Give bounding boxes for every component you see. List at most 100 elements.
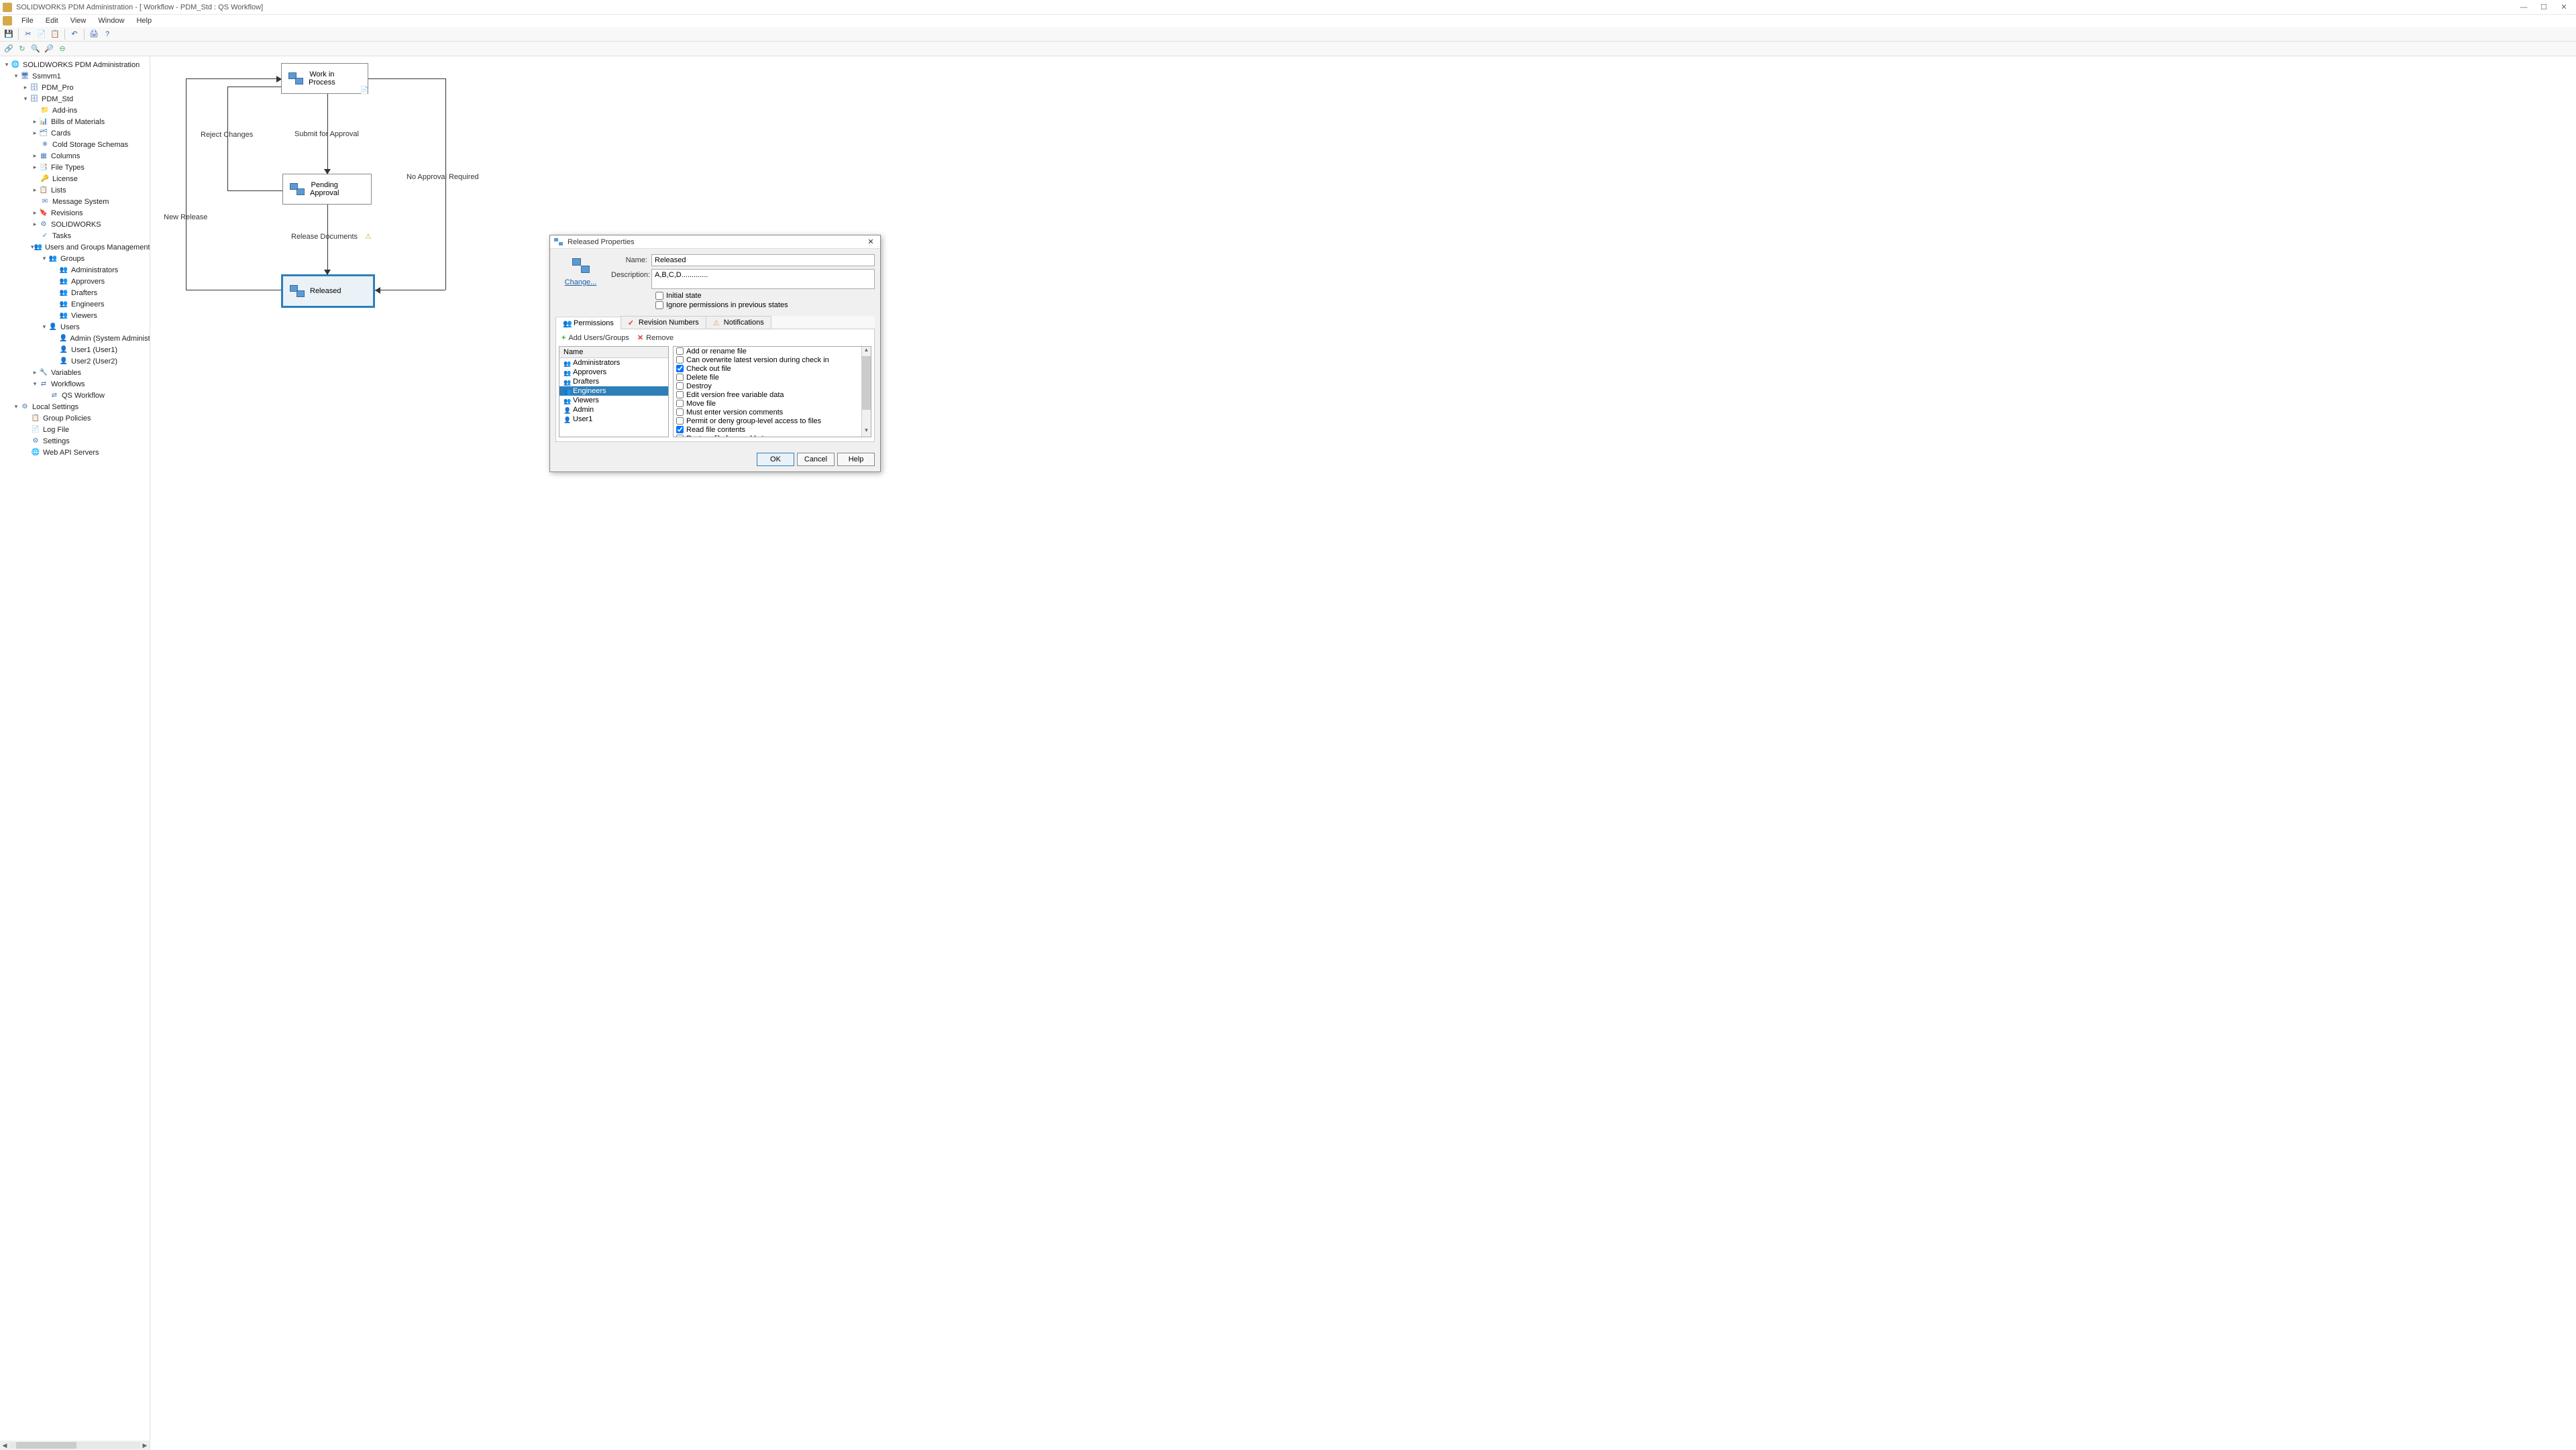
name-input[interactable] <box>651 254 875 266</box>
menu-view[interactable]: View <box>65 15 92 26</box>
workflow-canvas[interactable]: Work in Process 📄 Pending Approval Relea… <box>150 56 2576 1450</box>
tree-grp-drafters[interactable]: 👥Drafters <box>0 287 150 298</box>
tb-undo-icon[interactable]: ↶ <box>68 28 80 40</box>
permission-checkbox[interactable] <box>676 356 684 364</box>
desc-input[interactable] <box>651 269 875 289</box>
scroll-up-icon[interactable]: ▲ <box>862 347 871 356</box>
menu-help[interactable]: Help <box>131 15 157 26</box>
tree-workflows[interactable]: ▾⇄Workflows <box>0 378 150 390</box>
hscroll-thumb[interactable] <box>16 1442 76 1449</box>
tb-help-icon[interactable]: ? <box>101 28 113 40</box>
cancel-button[interactable]: Cancel <box>797 453 835 466</box>
tree-vault-pro[interactable]: ▸🗄PDM_Pro <box>0 82 150 93</box>
tree-license[interactable]: 🔑License <box>0 173 150 184</box>
add-users-button[interactable]: Add Users/Groups <box>561 333 629 342</box>
dialog-titlebar[interactable]: Released Properties ✕ <box>550 235 880 249</box>
permission-item[interactable]: Add or rename file <box>674 347 861 355</box>
permissions-list[interactable]: Add or rename fileCan overwrite latest v… <box>673 346 871 437</box>
tab-revision-numbers[interactable]: Revision Numbers <box>621 316 706 329</box>
scroll-thumb[interactable] <box>862 356 871 410</box>
dialog-close-button[interactable]: ✕ <box>865 237 876 246</box>
permission-item[interactable]: Must enter version comments <box>674 408 861 416</box>
tree-cards[interactable]: ▸🗂Cards <box>0 127 150 139</box>
permission-checkbox[interactable] <box>676 417 684 425</box>
tb-zoomout-icon[interactable]: ⊖ <box>56 43 68 55</box>
tb-copy-icon[interactable]: 📄 <box>36 28 48 40</box>
permission-checkbox[interactable] <box>676 435 684 437</box>
permission-item[interactable]: Check out file <box>674 364 861 373</box>
tree-bom[interactable]: ▸📊Bills of Materials <box>0 116 150 127</box>
permission-checkbox[interactable] <box>676 400 684 407</box>
tb-link-icon[interactable]: 🔗 <box>3 43 15 55</box>
minimize-button[interactable]: — <box>2520 3 2528 11</box>
permission-item[interactable]: Edit version free variable data <box>674 390 861 399</box>
help-button[interactable]: Help <box>837 453 875 466</box>
tree-logfile[interactable]: 📄Log File <box>0 424 150 435</box>
tb-save-icon[interactable]: 💾 <box>3 28 15 40</box>
permission-checkbox[interactable] <box>676 374 684 381</box>
tb-zoomfit-icon[interactable]: 🔎 <box>43 43 55 55</box>
tab-notifications[interactable]: Notifications <box>706 316 771 329</box>
ok-button[interactable]: OK <box>757 453 794 466</box>
tree-user-1[interactable]: 👤User1 (User1) <box>0 344 150 355</box>
tb-cut-icon[interactable]: ✂ <box>22 28 34 40</box>
tree-msgsys[interactable]: ✉Message System <box>0 196 150 207</box>
menu-edit[interactable]: Edit <box>40 15 64 26</box>
tree-user-2[interactable]: 👤User2 (User2) <box>0 355 150 367</box>
tree-lists[interactable]: ▸📋Lists <box>0 184 150 196</box>
tree-user-admin[interactable]: 👤Admin (System Administrator) <box>0 333 150 344</box>
permission-item[interactable]: Delete file <box>674 373 861 382</box>
permission-checkbox[interactable] <box>676 347 684 355</box>
tree-addins[interactable]: 📁Add-ins <box>0 105 150 116</box>
tree-solidworks[interactable]: ▸⚙SOLIDWORKS <box>0 219 150 230</box>
tab-permissions[interactable]: 👥Permissions <box>555 317 621 329</box>
permission-item[interactable]: Read file contents <box>674 425 861 434</box>
maximize-button[interactable]: ☐ <box>2540 3 2548 11</box>
hscroll-right-icon[interactable]: ▶ <box>140 1442 150 1449</box>
change-icon-link[interactable]: Change... <box>555 278 606 286</box>
wf-node-wip[interactable]: Work in Process <box>281 63 368 94</box>
permission-checkbox[interactable] <box>676 365 684 372</box>
name-list-item[interactable]: Viewers <box>559 396 668 405</box>
tree-webapi[interactable]: 🌐Web API Servers <box>0 447 150 458</box>
tree-qsworkflow[interactable]: ⇄QS Workflow <box>0 390 150 401</box>
scroll-down-icon[interactable]: ▼ <box>862 427 871 437</box>
perm-scrollbar[interactable]: ▲ ▼ <box>861 347 871 437</box>
tree-vault-std[interactable]: ▾🗄PDM_Std <box>0 93 150 105</box>
tb-zoom-icon[interactable]: 🔍 <box>30 43 42 55</box>
tree-groups[interactable]: ▾👥Groups <box>0 253 150 264</box>
name-list-item[interactable]: Drafters <box>559 377 668 386</box>
tree-local[interactable]: ▾⚙Local Settings <box>0 401 150 412</box>
tb-refresh-icon[interactable]: ↻ <box>16 43 28 55</box>
tree-server[interactable]: ▾🖥Ssmvm1 <box>0 70 150 82</box>
permission-checkbox[interactable] <box>676 391 684 398</box>
close-button[interactable]: ✕ <box>2560 3 2568 11</box>
tree-grouppolicies[interactable]: 📋Group Policies <box>0 412 150 424</box>
permission-item[interactable]: Destroy <box>674 382 861 390</box>
ignore-perms-checkbox[interactable] <box>655 301 663 309</box>
tree-usersgroups[interactable]: ▾👥Users and Groups Management⚠ <box>0 241 150 253</box>
tb-paste-icon[interactable]: 📋 <box>49 28 61 40</box>
tree-root[interactable]: ▾🌐SOLIDWORKS PDM Administration <box>0 59 150 70</box>
permission-item[interactable]: Restore file from cold storage <box>674 434 861 437</box>
permission-item[interactable]: Permit or deny group-level access to fil… <box>674 416 861 425</box>
initial-state-checkbox[interactable] <box>655 292 663 300</box>
tree-filetypes[interactable]: ▸📑File Types <box>0 162 150 173</box>
name-list-item[interactable]: Administrators <box>559 358 668 368</box>
permission-checkbox[interactable] <box>676 382 684 390</box>
tree-coldstorage[interactable]: ❄Cold Storage Schemas <box>0 139 150 150</box>
wf-node-pending[interactable]: Pending Approval <box>282 174 372 205</box>
name-list-item[interactable]: User1 <box>559 414 668 424</box>
permission-item[interactable]: Can overwrite latest version during chec… <box>674 355 861 364</box>
menu-window[interactable]: Window <box>93 15 129 26</box>
name-column-header[interactable]: Name <box>559 347 668 358</box>
permission-checkbox[interactable] <box>676 426 684 433</box>
permission-item[interactable]: Move file <box>674 399 861 408</box>
tree-settings[interactable]: ⚙Settings <box>0 435 150 447</box>
tree-columns[interactable]: ▸▦Columns <box>0 150 150 162</box>
permission-checkbox[interactable] <box>676 408 684 416</box>
users-groups-list[interactable]: Name AdministratorsApproversDraftersEngi… <box>559 346 669 437</box>
tree-users[interactable]: ▾👤Users <box>0 321 150 333</box>
remove-button[interactable]: Remove <box>637 333 674 342</box>
name-list-item[interactable]: Approvers <box>559 368 668 377</box>
